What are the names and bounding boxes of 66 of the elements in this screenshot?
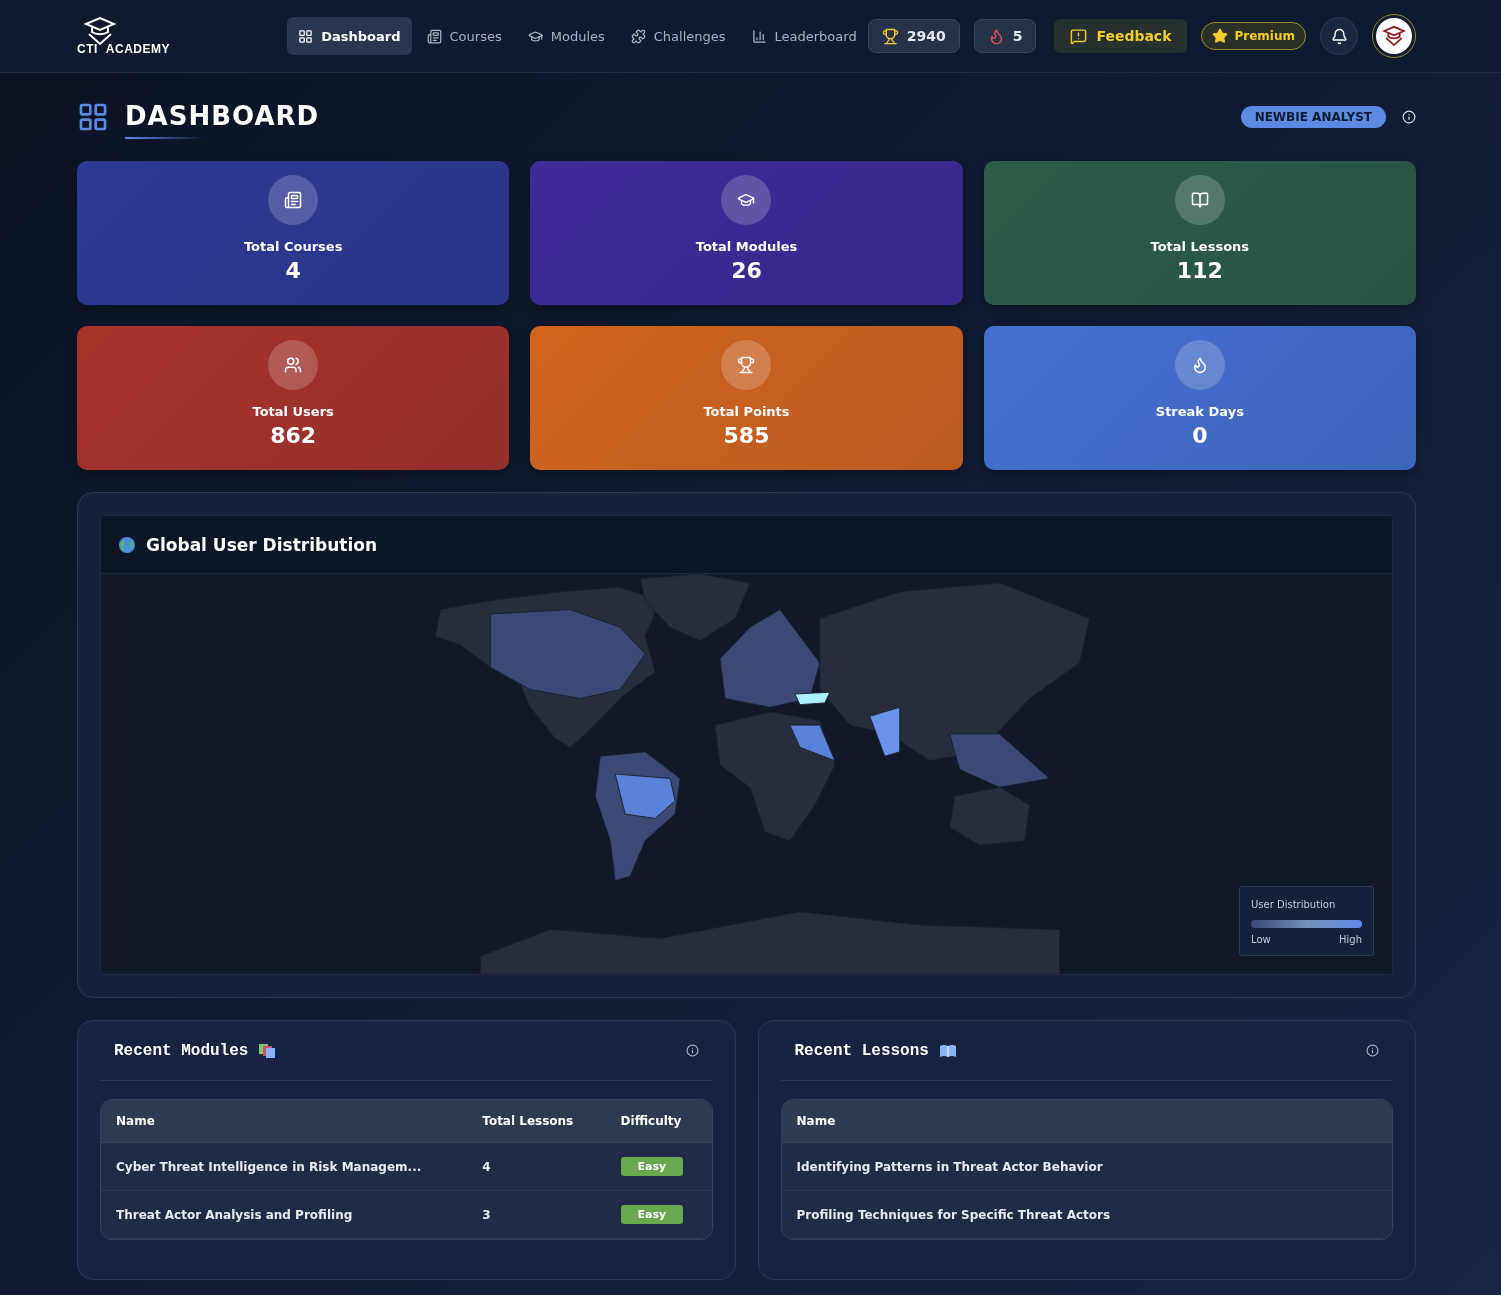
logo-text: ACADEMY — [105, 42, 170, 56]
column-header: Name — [781, 1100, 1392, 1143]
stat-label: Streak Days — [1155, 404, 1244, 419]
table-cell: Cyber Threat Intelligence in Risk Managem... — [101, 1143, 468, 1191]
stat-value: 585 — [723, 423, 770, 448]
rank-badge: NEWBIE ANALYST — [1240, 106, 1386, 128]
stat-value: 862 — [270, 423, 317, 448]
panel-title: Recent Modules — [114, 1041, 249, 1060]
legend-label: High — [1339, 934, 1362, 945]
star-icon — [1212, 28, 1229, 44]
column-header: Name — [101, 1100, 468, 1143]
puzzle-icon — [630, 28, 646, 44]
books-icon — [258, 1042, 277, 1059]
notifications-button[interactable] — [1320, 17, 1358, 55]
premium-badge[interactable]: Premium — [1201, 22, 1306, 50]
feedback-button[interactable]: Feedback — [1054, 19, 1188, 53]
newspaper-icon — [284, 191, 303, 209]
trophy-icon — [737, 356, 756, 374]
users-icon — [284, 356, 303, 374]
difficulty-badge: Easy — [620, 1157, 684, 1176]
column-header: Total Lessons — [467, 1100, 606, 1143]
stat-label: Total Courses — [243, 239, 343, 254]
open-book-icon — [938, 1043, 957, 1058]
globe-icon — [118, 535, 136, 554]
grid-icon — [298, 28, 314, 44]
stat-label: Total Lessons — [1150, 239, 1250, 254]
stat-label: Total Points — [703, 404, 790, 419]
info-icon[interactable] — [1366, 1044, 1379, 1057]
column-header: Difficulty — [605, 1100, 712, 1143]
stat-value: 0 — [1192, 423, 1208, 448]
nav-tab[interactable]: Challenges — [619, 17, 737, 55]
graduation-cap-icon — [527, 28, 543, 44]
logo-text: CTI — [77, 42, 98, 56]
nav-tab[interactable]: Dashboard — [287, 17, 412, 55]
bar-chart-icon — [751, 28, 767, 44]
grid-icon — [77, 101, 109, 133]
graduation-cap-icon — [737, 191, 756, 209]
table-cell: Identifying Patterns in Threat Actor Behavior — [781, 1143, 1392, 1191]
stat-value: 26 — [731, 258, 762, 283]
map-title: Global User Distribution — [146, 534, 377, 555]
page-title: DASHBOARD — [125, 101, 320, 131]
newspaper-icon — [426, 28, 442, 44]
info-icon[interactable] — [685, 1044, 699, 1057]
streak-counter: 5 — [973, 19, 1037, 53]
message-alert-icon — [1070, 27, 1088, 45]
book-icon — [1190, 191, 1209, 209]
points-counter: 2940 — [867, 19, 960, 53]
table-cell: Threat Actor Analysis and Profiling — [101, 1191, 468, 1239]
bell-icon — [1330, 27, 1348, 45]
graduation-cap-shield-icon — [1382, 25, 1406, 47]
nav-tab[interactable]: Courses — [415, 17, 513, 55]
stat-label: Total Users — [252, 404, 334, 419]
panel-title: Recent Lessons — [794, 1041, 929, 1060]
table-cell: 4 — [467, 1143, 606, 1191]
difficulty-badge: Easy — [620, 1205, 684, 1224]
table-cell: 3 — [467, 1191, 606, 1239]
legend-title: User Distribution — [1251, 899, 1337, 910]
legend-label: Low — [1251, 934, 1271, 945]
trophy-icon — [881, 27, 899, 45]
stat-label: Total Modules — [695, 239, 798, 254]
stat-value: 112 — [1176, 258, 1223, 283]
table-cell: Profiling Techniques for Specific Threat Actors — [781, 1191, 1392, 1239]
nav-tab[interactable]: Leaderboard — [740, 17, 868, 55]
graduation-cap-shield-logo-icon — [83, 16, 117, 46]
nav-tab[interactable]: Modules — [516, 17, 616, 55]
stat-value: 4 — [285, 258, 301, 283]
